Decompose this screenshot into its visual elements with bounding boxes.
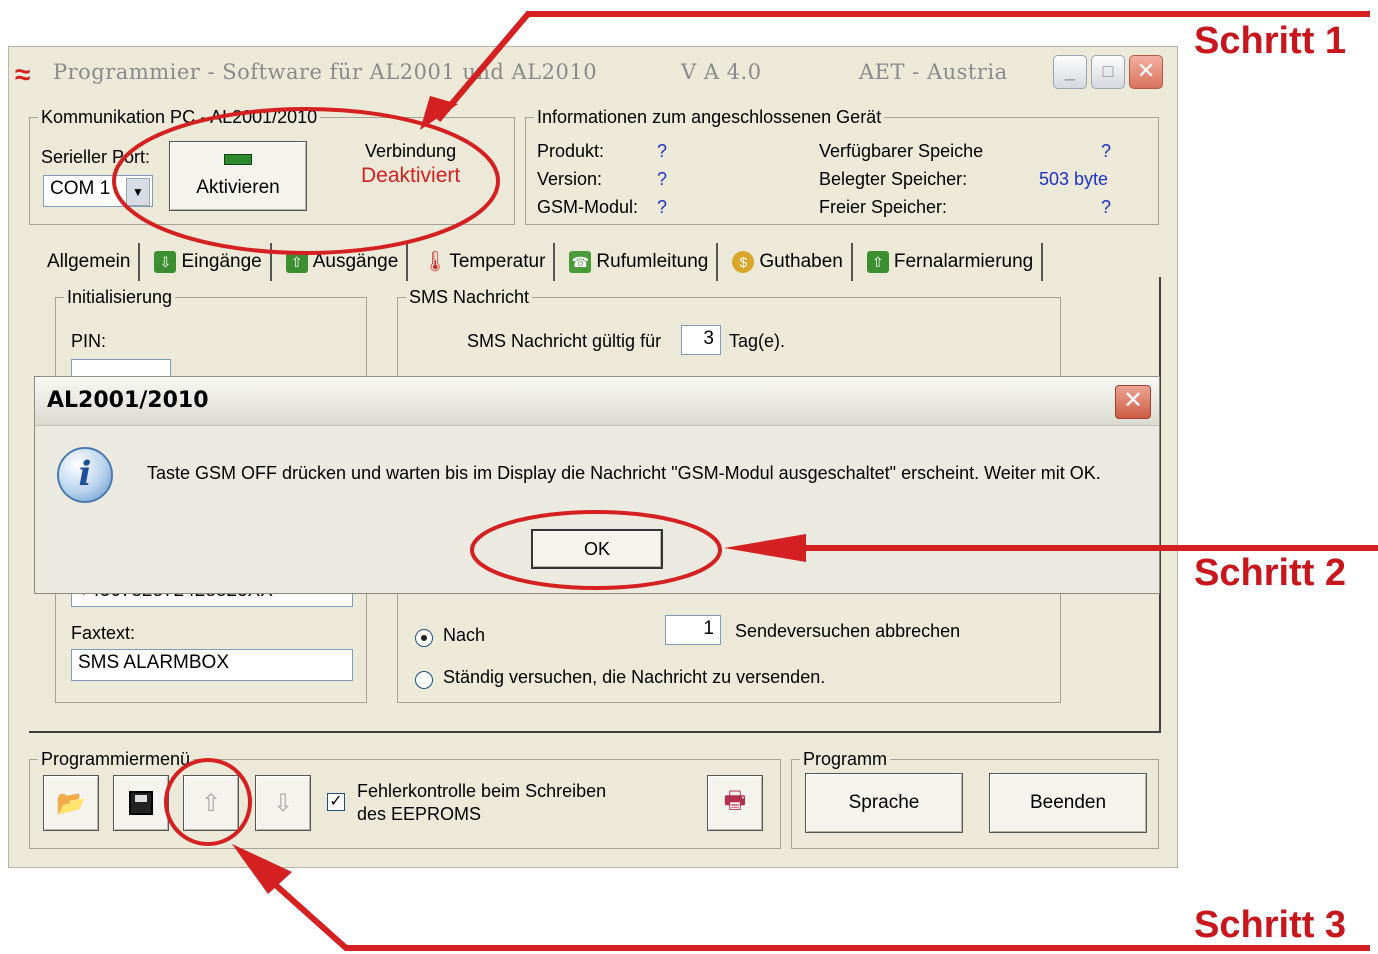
step3-circle <box>164 758 252 846</box>
annotation-overlay <box>112 11 1378 951</box>
step3-arrowhead <box>232 844 292 894</box>
step1-ellipse <box>112 107 500 255</box>
step2-label: Schritt 2 <box>1194 552 1347 594</box>
step3-label: Schritt 3 <box>1194 904 1347 946</box>
step2-arrowhead <box>724 534 806 562</box>
step1-label: Schritt 1 <box>1194 20 1347 62</box>
step2-ellipse <box>470 510 722 590</box>
